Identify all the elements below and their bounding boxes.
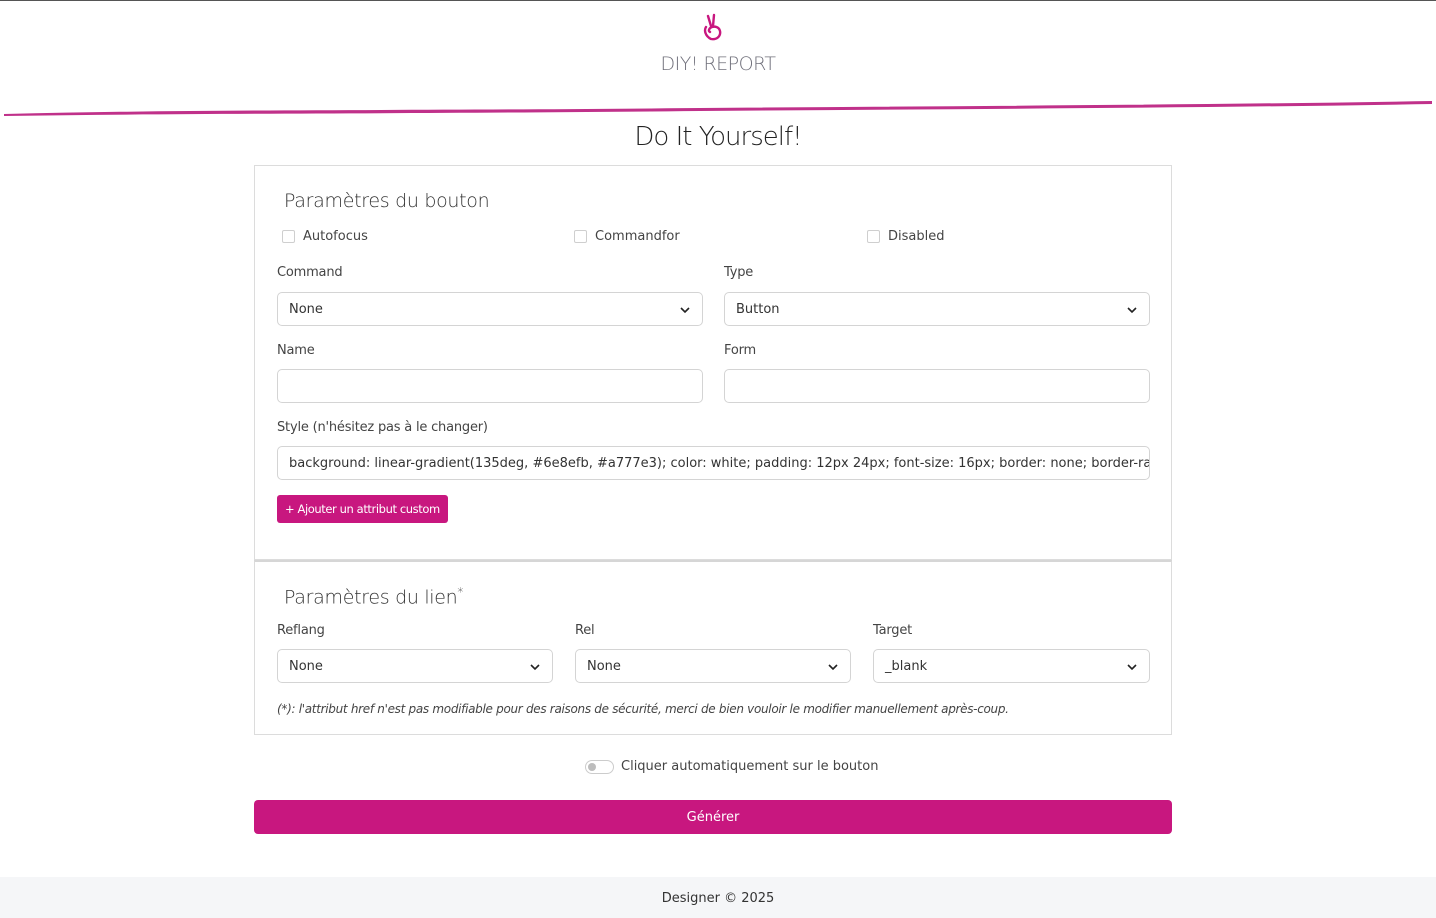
href-note: (*): l'attribut href n'est pas modifiabl… [277,702,1009,716]
checkbox-label: Disabled [888,229,945,244]
auto-click-label: Cliquer automatiquement sur le bouton [621,759,879,774]
hreflang-value: None [289,658,323,674]
type-value: Button [736,301,780,317]
chevron-down-icon [1127,664,1137,671]
chevron-down-icon [1127,307,1137,314]
command-label: Command [277,265,343,280]
auto-click-toggle[interactable] [585,759,614,774]
link-settings-card: Paramètres du lien* Reflang None Rel Non… [254,560,1172,735]
style-label: Style (n'hésitez pas à le changer) [277,420,488,435]
checkbox-box[interactable] [867,230,880,243]
page-title: Do It Yourself! [634,122,802,152]
auto-click-row: Cliquer automatiquement sur le bouton [585,759,878,774]
peace-hand-icon [703,13,722,41]
chevron-down-icon [680,307,690,314]
form-label: Form [724,343,756,358]
form-input[interactable] [724,369,1150,403]
type-select[interactable]: Button [724,292,1150,326]
chevron-down-icon [828,664,838,671]
hreflang-select[interactable]: None [277,649,553,683]
target-select[interactable]: _blank [873,649,1150,683]
asterisk: * [457,585,464,599]
button-settings-card: Paramètres du bouton Autofocus Commandfo… [254,165,1172,560]
hreflang-label: Reflang [277,623,325,638]
checkbox-box[interactable] [574,230,587,243]
brush-stroke-divider [4,101,1432,116]
generate-button[interactable]: Générer [254,800,1172,834]
command-value: None [289,301,323,317]
commandfor-checkbox[interactable]: Commandfor [574,229,680,244]
autofocus-checkbox[interactable]: Autofocus [282,229,368,244]
type-label: Type [724,265,754,280]
command-select[interactable]: None [277,292,703,326]
checkbox-label: Commandfor [595,229,680,244]
link-settings-title-text: Paramètres du lien [284,586,458,609]
header: DIY! REPORT Do It Yourself! [0,1,1436,152]
button-settings-title: Paramètres du bouton [284,190,490,212]
footer: Designer © 2025 [0,877,1436,918]
chevron-down-icon [530,664,540,671]
target-value: _blank [885,658,928,674]
name-input[interactable] [277,369,703,403]
style-input[interactable]: background: linear-gradient(135deg, #6e8… [277,446,1150,480]
checkbox-box[interactable] [282,230,295,243]
add-custom-attribute-button[interactable]: + Ajouter un attribut custom [277,495,448,523]
checkbox-row: Autofocus Commandfor Disabled [255,229,1171,249]
rel-select[interactable]: None [575,649,851,683]
rel-value: None [587,658,621,674]
name-label: Name [277,343,315,358]
link-settings-title: Paramètres du lien* [284,585,463,608]
brand-name: DIY! REPORT [660,53,776,75]
footer-text: Designer © 2025 [661,890,775,906]
toggle-knob [588,762,596,771]
rel-label: Rel [575,623,595,638]
checkbox-label: Autofocus [303,229,368,244]
target-label: Target [873,623,913,638]
disabled-checkbox[interactable]: Disabled [867,229,944,244]
